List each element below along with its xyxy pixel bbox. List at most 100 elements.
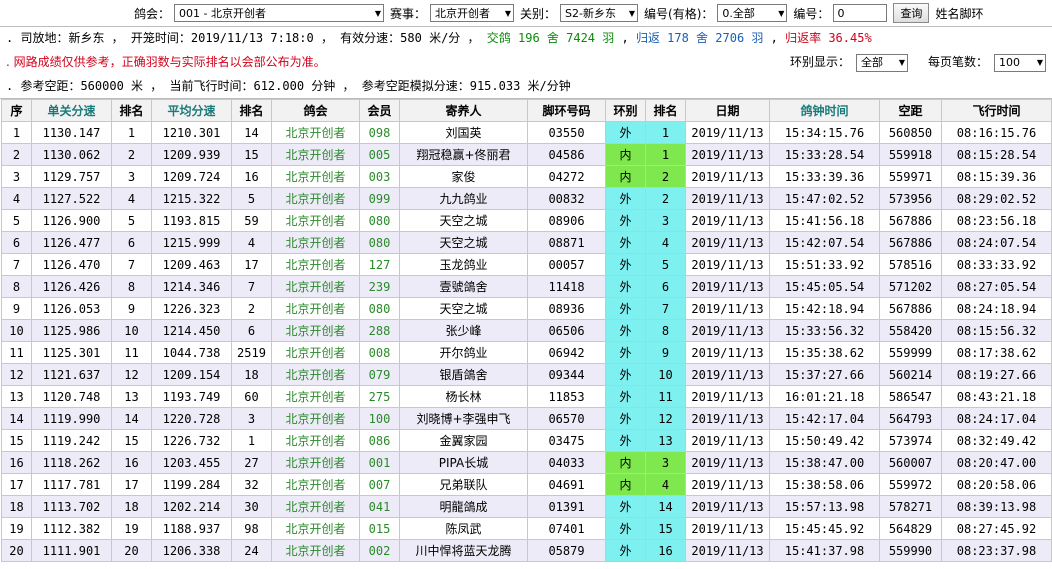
col-header-avg-speed[interactable]: 平均分速 [151, 99, 232, 122]
cell-owner: 家俊 [399, 165, 528, 188]
table-row: 1 1130.147 1 1210.301 14 北京开创者 098 刘国英 03550 外 1 20… [1, 121, 1052, 144]
cell-club: 北京开创者 [271, 385, 360, 408]
cell-distance: 571202 [879, 275, 942, 298]
cell-owner: 天空之城 [399, 297, 528, 320]
cell-ring-type: 内 [605, 165, 646, 188]
chevron-down-icon: ▼ [898, 58, 905, 67]
cell-flight-time: 08:24:17.04 [941, 407, 1052, 430]
cell-clock-time: 15:33:39.36 [769, 165, 880, 188]
cell-leg-speed: 1129.757 [31, 165, 112, 188]
cell-owner: 九九鸽业 [399, 187, 528, 210]
cell-ring-type: 外 [605, 429, 646, 452]
col-header-ring-no: 脚环号码 [527, 99, 606, 122]
cell-owner: 刘国英 [399, 121, 528, 144]
cell-flight-time: 08:43:21.18 [941, 385, 1052, 408]
cell-flight-time: 08:27:45.92 [941, 517, 1052, 540]
cell-member: 080 [359, 297, 400, 320]
cell-avg-rank: 14 [231, 121, 272, 144]
ring-display-select[interactable]: 全部 ▼ [855, 53, 908, 72]
cell-clock-time: 15:42:17.04 [769, 407, 880, 430]
cell-leg-speed: 1111.901 [31, 539, 112, 562]
cell-date: 2019/11/13 [685, 121, 770, 144]
cell-ring-type: 外 [605, 253, 646, 276]
cell-ring-rank: 16 [645, 539, 686, 562]
cell-owner: PIPA长城 [399, 451, 528, 474]
cell-ring-type: 外 [605, 187, 646, 210]
cell-flight-time: 08:24:18.94 [941, 297, 1052, 320]
cell-seq: 18 [1, 495, 32, 518]
cell-leg-speed: 1126.470 [31, 253, 112, 276]
cell-clock-time: 15:51:33.92 [769, 253, 880, 276]
cell-avg-speed: 1193.749 [151, 385, 232, 408]
ring-number-select[interactable]: 0.全部 ▼ [717, 4, 788, 22]
col-header-seq: 序 [1, 99, 32, 122]
cell-avg-speed: 1220.728 [151, 407, 232, 430]
cell-flight-time: 08:33:33.92 [941, 253, 1052, 276]
club-select[interactable]: 001 - 北京开创者 ▼ [174, 4, 385, 22]
col-header-leg-speed[interactable]: 单关分速 [31, 99, 112, 122]
race-select[interactable]: 北京开创者 ▼ [430, 4, 515, 22]
cell-avg-rank: 60 [231, 385, 272, 408]
cell-ring-type: 外 [605, 121, 646, 144]
cell-distance: 559971 [879, 165, 942, 188]
cell-club: 北京开创者 [271, 319, 360, 342]
cell-seq: 19 [1, 517, 32, 540]
cell-member: 080 [359, 231, 400, 254]
cell-ring-type: 外 [605, 385, 646, 408]
cell-leg-speed: 1126.053 [31, 297, 112, 320]
col-header-avg-rank: 排名 [231, 99, 272, 122]
cell-seq: 14 [1, 407, 32, 430]
cell-seq: 17 [1, 473, 32, 496]
cell-flight-time: 08:24:07.54 [941, 231, 1052, 254]
cell-clock-time: 15:33:28.54 [769, 143, 880, 166]
chevron-down-icon: ▼ [374, 8, 382, 18]
cell-club: 北京开创者 [271, 209, 360, 232]
table-row: 8 1126.426 8 1214.346 7 北京开创者 239 壹號鴿舍 11418 外 6 20… [1, 275, 1052, 298]
cell-avg-speed: 1215.999 [151, 231, 232, 254]
cell-avg-rank: 17 [231, 253, 272, 276]
cell-leg-speed: 1121.637 [31, 363, 112, 386]
ring-number-label: 编号(有格)： [644, 6, 714, 21]
cell-ring-type: 内 [605, 143, 646, 166]
cell-ring-type: 外 [605, 363, 646, 386]
cell-club: 北京开创者 [271, 363, 360, 386]
cell-flight-time: 08:20:47.00 [941, 451, 1052, 474]
cell-member: 100 [359, 407, 400, 430]
cell-ring-type: 内 [605, 451, 646, 474]
cell-leg-speed: 1120.748 [31, 385, 112, 408]
cell-member: 275 [359, 385, 400, 408]
cell-member: 007 [359, 473, 400, 496]
cell-leg-rank: 6 [111, 231, 152, 254]
cell-member: 080 [359, 209, 400, 232]
cell-clock-time: 15:41:56.18 [769, 209, 880, 232]
table-row: 2 1130.062 2 1209.939 15 北京开创者 005 翔冠稳赢+佟丽君 0458… [1, 143, 1052, 166]
cell-clock-time: 16:01:21.18 [769, 385, 880, 408]
per-page-select[interactable]: 100 ▼ [994, 53, 1046, 72]
cell-member: 041 [359, 495, 400, 518]
cell-seq: 16 [1, 451, 32, 474]
col-header-flight-time: 飞行时间 [941, 99, 1052, 122]
table-row: 16 1118.262 16 1203.455 27 北京开创者 001 PIPA长城 0403… [1, 451, 1052, 474]
cell-ring-rank: 10 [645, 363, 686, 386]
cell-seq: 2 [1, 143, 32, 166]
cell-leg-rank: 1 [111, 121, 152, 144]
cell-owner: 壹號鴿舍 [399, 275, 528, 298]
cell-distance: 559990 [879, 539, 942, 562]
cell-date: 2019/11/13 [685, 385, 770, 408]
col-header-clock-time[interactable]: 鸽钟时间 [769, 99, 880, 122]
col-header-club: 鸽会 [271, 99, 360, 122]
number-input[interactable] [833, 4, 888, 22]
cell-avg-speed: 1203.455 [151, 451, 232, 474]
cell-flight-time: 08:20:58.06 [941, 473, 1052, 496]
cell-avg-rank: 24 [231, 539, 272, 562]
cell-clock-time: 15:38:47.00 [769, 451, 880, 474]
cell-ring-rank: 4 [645, 231, 686, 254]
leg-select[interactable]: S2-新乡东 ▼ [560, 4, 639, 22]
cell-ring-rank: 9 [645, 341, 686, 364]
cell-date: 2019/11/13 [685, 275, 770, 298]
cell-ring-no: 04691 [527, 473, 606, 496]
query-button[interactable]: 查询 [893, 3, 930, 23]
cell-date: 2019/11/13 [685, 143, 770, 166]
cell-seq: 5 [1, 209, 32, 232]
cell-flight-time: 08:27:05.54 [941, 275, 1052, 298]
